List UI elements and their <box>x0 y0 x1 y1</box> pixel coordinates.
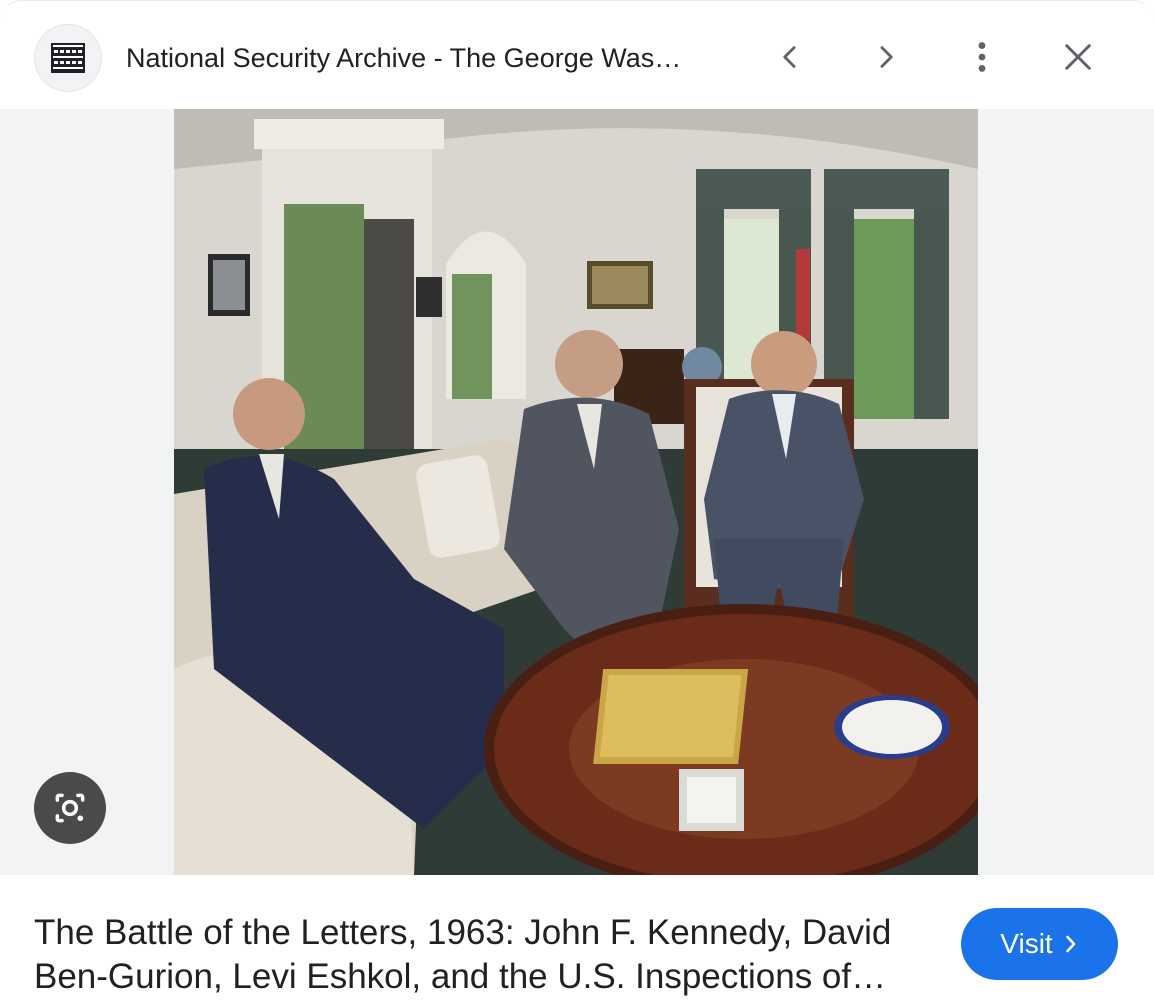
image-preview-area <box>0 109 1154 875</box>
preview-photo[interactable] <box>174 109 978 875</box>
google-lens-icon <box>55 793 85 823</box>
more-vert-icon <box>978 42 986 72</box>
chevron-right-icon <box>880 46 893 68</box>
google-lens-button[interactable] <box>34 772 106 844</box>
visit-button[interactable]: Visit <box>961 908 1118 980</box>
site-title[interactable]: National Security Archive - The George W… <box>126 41 726 75</box>
viewer-header: National Security Archive - The George W… <box>0 1 1154 111</box>
chevron-right-icon <box>1065 935 1075 953</box>
site-favicon[interactable] <box>34 24 102 92</box>
caption-line-1: The Battle of the Letters, 1963: John F.… <box>34 913 892 952</box>
image-viewer-panel: National Security Archive - The George W… <box>0 0 1154 1004</box>
image-caption[interactable]: The Battle of the Letters, 1963: John F.… <box>34 911 914 999</box>
more-options-button[interactable] <box>956 31 1008 83</box>
chevron-left-icon <box>783 46 796 68</box>
next-button[interactable] <box>860 31 912 83</box>
visit-button-label: Visit <box>1000 928 1053 959</box>
archive-logo-icon <box>51 43 85 73</box>
caption-line-2: Ben-Gurion, Levi Eshkol, and the U.S. In… <box>34 957 887 996</box>
viewer-footer: The Battle of the Letters, 1963: John F.… <box>0 875 1154 1004</box>
close-button[interactable] <box>1052 31 1104 83</box>
previous-button[interactable] <box>764 31 816 83</box>
close-icon <box>1065 44 1091 70</box>
